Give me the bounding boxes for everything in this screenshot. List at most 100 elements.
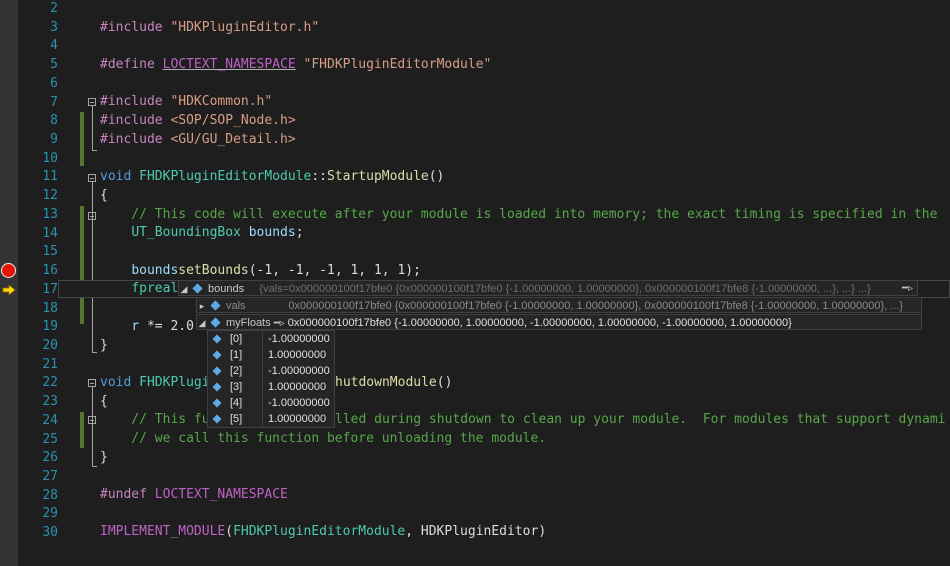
code-line-30[interactable]: IMPLEMENT_MODULE(FHDKPluginEditorModule,… bbox=[100, 523, 546, 541]
collapse-icon[interactable] bbox=[88, 212, 96, 220]
datatip-bounds[interactable]: ◢ bounds {vals=0x000000100f17bfe0 {0x0000… bbox=[178, 280, 918, 296]
argument: HDKPluginEditor bbox=[420, 524, 539, 539]
code-line-19[interactable]: r *= 2.0 bbox=[100, 318, 194, 336]
datatip-value[interactable]: {vals=0x000000100f17bfe0 {0x000000100f17… bbox=[259, 283, 870, 295]
line-number: 7 bbox=[50, 94, 58, 110]
include-path: "HDKPluginEditor.h" bbox=[170, 20, 320, 35]
collapse-icon[interactable] bbox=[88, 379, 96, 387]
line-number: 11 bbox=[42, 169, 58, 185]
code-line-24[interactable]: // This fu bbox=[100, 411, 209, 429]
line-number: 15 bbox=[42, 244, 58, 260]
line-number: 10 bbox=[42, 150, 58, 166]
code-line-25[interactable]: // we call this function before unloadin… bbox=[100, 430, 546, 448]
column-divider bbox=[262, 363, 263, 379]
array-index: [0] bbox=[230, 333, 243, 345]
function-name: setBounds bbox=[178, 263, 249, 278]
include-path: <GU/GU_Detail.h> bbox=[170, 132, 296, 147]
line-number: 27 bbox=[42, 469, 58, 484]
code-line-14[interactable]: UT_BoundingBox bounds; bbox=[100, 224, 304, 242]
line-number: 23 bbox=[42, 394, 58, 410]
code-line-12[interactable]: { bbox=[100, 187, 108, 205]
column-divider bbox=[262, 395, 263, 411]
collapse-arrow-icon[interactable]: ◢ bbox=[179, 281, 189, 297]
datatip-value[interactable]: 0x000000100f17bfe0 {-1.00000000, 1.00000… bbox=[288, 317, 792, 329]
preprocessor-directive: #define bbox=[100, 57, 163, 72]
datatip-myfloats[interactable]: ◢ myFloats ━▹ 0x000000100f17bfe0 {-1.0000… bbox=[196, 314, 922, 330]
collapse-icon[interactable] bbox=[88, 174, 96, 182]
code-line-24-tail[interactable]: lled during shutdown to clean up your mo… bbox=[335, 411, 945, 429]
code-line-23[interactable]: { bbox=[100, 393, 108, 411]
datatip-array-item[interactable]: [3] 1.00000000 bbox=[208, 379, 334, 395]
collapse-icon[interactable] bbox=[88, 416, 96, 424]
function-name: hutdownModule bbox=[335, 375, 437, 390]
macro-name: LOCTEXT_NAMESPACE bbox=[154, 487, 288, 502]
code-line-28[interactable]: #undef LOCTEXT_NAMESPACE bbox=[100, 486, 288, 504]
preprocessor-directive: #include bbox=[100, 94, 171, 109]
line-number: 6 bbox=[50, 75, 58, 91]
macro-name: LOCTEXT_NAMESPACE bbox=[162, 57, 296, 72]
datatip-array-item[interactable]: [2] -1.00000000 bbox=[208, 363, 334, 379]
datatip-array-list[interactable]: [0] -1.00000000 [1] 1.00000000 [2] -1.0000000… bbox=[207, 330, 335, 428]
array-index: [1] bbox=[230, 349, 243, 361]
datatip-array-item[interactable]: [1] 1.00000000 bbox=[208, 347, 334, 363]
code-line-17[interactable]: fpreal bbox=[100, 280, 178, 298]
datatip-array-item[interactable]: [5] 1.00000000 bbox=[208, 411, 334, 427]
datatip-name: myFloats bbox=[226, 317, 271, 329]
code-line-9[interactable]: #include <GU/GU_Detail.h> bbox=[100, 131, 296, 149]
line-number: 21 bbox=[42, 356, 58, 372]
pin-icon[interactable]: ━▹ bbox=[902, 281, 913, 297]
indicator-margin[interactable] bbox=[0, 0, 18, 566]
array-value[interactable]: -1.00000000 bbox=[268, 331, 330, 347]
punctuation: () bbox=[436, 375, 453, 390]
fold-guide bbox=[92, 106, 93, 150]
code-line-22-tail[interactable]: hutdownModule() bbox=[335, 374, 452, 392]
pin-icon[interactable]: ━▹ bbox=[274, 318, 285, 329]
line-number: 29 bbox=[42, 506, 58, 522]
preprocessor-directive: #include bbox=[100, 113, 171, 128]
column-divider bbox=[262, 347, 263, 363]
line-number: 13 bbox=[42, 206, 58, 222]
scope-operator: :: bbox=[311, 169, 327, 184]
array-value[interactable]: 1.00000000 bbox=[268, 411, 326, 427]
datatip-value[interactable]: 0x000000100f17bfe0 {0x000000100f17bfe0 {… bbox=[288, 300, 903, 312]
datatip-array-item[interactable]: [4] -1.00000000 bbox=[208, 395, 334, 411]
code-editor[interactable]: 2 3 4 5 6 7 8 9 10 11 12 13 14 15 16 17 18 19 20 21 22 23 24 25… bbox=[0, 0, 950, 566]
collapse-arrow-icon[interactable]: ◢ bbox=[197, 315, 207, 331]
code-line-5[interactable]: #define LOCTEXT_NAMESPACE "FHDKPluginEdi… bbox=[100, 56, 491, 74]
array-value[interactable]: 1.00000000 bbox=[268, 379, 326, 395]
punctuation: ; bbox=[295, 225, 304, 240]
variable-icon bbox=[212, 350, 222, 360]
line-number: 17 bbox=[42, 281, 58, 297]
line-number: 5 bbox=[50, 57, 58, 73]
fold-guide bbox=[92, 150, 97, 151]
code-line-7[interactable]: #include "HDKCommon.h" bbox=[100, 93, 272, 111]
variable-icon bbox=[212, 414, 222, 424]
class-name: FHDKPluginEditorModule bbox=[233, 524, 406, 539]
function-name: StartupModule bbox=[326, 169, 429, 184]
code-line-3[interactable]: #include "HDKPluginEditor.h" bbox=[100, 19, 319, 37]
array-index: [4] bbox=[230, 397, 243, 409]
datatip-array-item[interactable]: [0] -1.00000000 bbox=[208, 331, 334, 347]
array-value[interactable]: -1.00000000 bbox=[268, 363, 330, 379]
code-line-22[interactable]: void FHDKPlugi bbox=[100, 374, 210, 392]
array-index: [3] bbox=[230, 381, 243, 393]
code-line-26[interactable]: } bbox=[100, 449, 108, 467]
variable-icon bbox=[210, 317, 221, 328]
array-value[interactable]: 1.00000000 bbox=[268, 347, 326, 363]
variable-icon bbox=[212, 382, 222, 392]
array-value[interactable]: -1.00000000 bbox=[268, 395, 330, 411]
datatip-vals[interactable]: ▸ vals 0x000000100f17bfe0 {0x000000100f17… bbox=[196, 297, 922, 313]
code-line-20[interactable]: } bbox=[100, 337, 108, 355]
collapse-icon[interactable] bbox=[88, 98, 96, 106]
code-line-11[interactable]: void FHDKPluginEditorModule::StartupModu… bbox=[100, 168, 444, 186]
expand-arrow-icon[interactable]: ▸ bbox=[197, 298, 207, 314]
code-line-16[interactable]: boundssetBounds(-1, -1, -1, 1, 1, 1); bbox=[100, 262, 421, 280]
code-line-8[interactable]: #include <SOP/SOP_Node.h> bbox=[100, 112, 296, 130]
breakpoint-icon[interactable] bbox=[1, 263, 16, 278]
code-line-13[interactable]: // This code will execute after your mod… bbox=[100, 206, 937, 224]
column-divider bbox=[262, 379, 263, 395]
line-number: 25 bbox=[42, 431, 58, 447]
